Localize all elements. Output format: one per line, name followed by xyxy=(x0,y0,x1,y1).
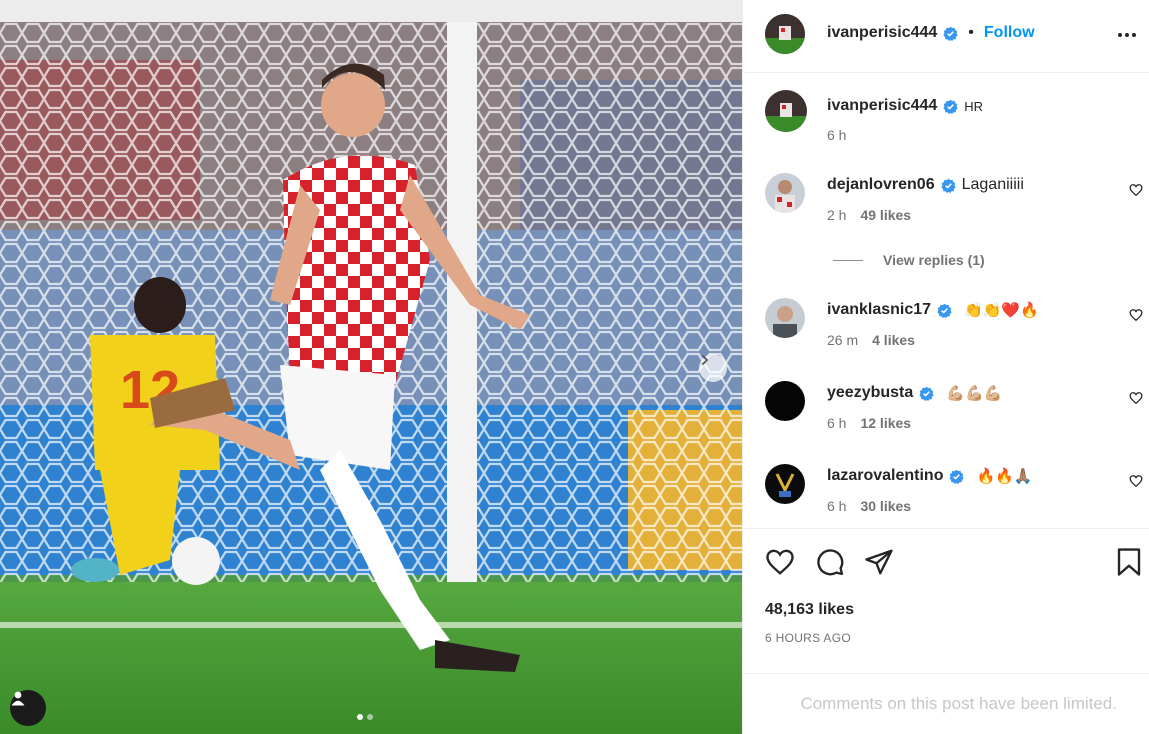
post-side-panel: ivanperisic444 • Follow ivanperisic444 H… xyxy=(742,0,1149,734)
heart-icon xyxy=(766,549,794,575)
post-timestamp[interactable]: 6 HOURS AGO xyxy=(765,631,851,645)
separator-dot: • xyxy=(968,24,974,41)
chevron-right-icon xyxy=(702,355,708,365)
more-horizontal-icon xyxy=(1118,33,1136,37)
post-media[interactable]: 12 xyxy=(0,0,742,734)
comment-time: 6 h xyxy=(827,415,847,431)
verified-badge-icon xyxy=(943,99,958,114)
comment-time: 2 h xyxy=(827,207,847,223)
avatar-image xyxy=(765,90,807,132)
like-comment-button[interactable] xyxy=(1129,474,1143,493)
verified-badge-icon xyxy=(937,303,952,318)
more-options-button[interactable] xyxy=(1116,24,1138,51)
commenter-avatar[interactable] xyxy=(765,173,805,213)
comment-emoji: 💪🏼💪🏼💪🏼 xyxy=(946,385,1003,402)
carousel-indicator xyxy=(357,714,373,720)
comment-text: Laganiiiii xyxy=(961,176,1024,193)
heart-icon xyxy=(1129,309,1143,322)
comment-likes[interactable]: 4 likes xyxy=(872,332,915,348)
comment-username[interactable]: dejanlovren06 xyxy=(827,176,935,194)
author-avatar[interactable] xyxy=(765,90,807,132)
verified-badge-icon xyxy=(919,386,934,401)
save-button[interactable] xyxy=(1115,547,1143,582)
user-icon xyxy=(11,691,25,706)
tagged-users-button[interactable] xyxy=(10,690,46,726)
comments-limited-notice: Comments on this post have been limited. xyxy=(743,673,1149,734)
like-comment-button[interactable] xyxy=(1129,308,1143,327)
likes-count[interactable]: 48,163 likes xyxy=(765,601,854,619)
post-photo: 12 xyxy=(0,0,742,734)
comment-emoji: 👏👏❤️🔥 xyxy=(964,302,1039,319)
comment-likes[interactable]: 30 likes xyxy=(860,498,911,514)
comment-likes[interactable]: 12 likes xyxy=(860,415,911,431)
caption-time: 6 h xyxy=(827,127,847,143)
commenter-avatar[interactable] xyxy=(765,464,805,504)
comment-item: dejanlovren06 Laganiiiii 2 h 49 likes xyxy=(743,171,1149,231)
heart-icon xyxy=(1129,392,1143,405)
comment-item: yeezybusta 💪🏼💪🏼💪🏼 6 h 12 likes xyxy=(743,379,1149,439)
comment-time: 6 h xyxy=(827,498,847,514)
share-button[interactable] xyxy=(864,547,894,582)
comment-bubble-icon xyxy=(817,549,844,576)
comment-button[interactable] xyxy=(815,547,845,582)
next-slide-button[interactable] xyxy=(699,354,727,382)
view-replies-label: View replies (1) xyxy=(883,252,985,268)
avatar-image xyxy=(765,464,805,504)
avatar-image xyxy=(765,14,805,54)
comment-time: 26 m xyxy=(827,332,859,348)
comment-emoji: 🔥🔥🙏🏽 xyxy=(976,468,1033,485)
avatar-image xyxy=(765,173,805,213)
caption: ivanperisic444 HR 6 h xyxy=(743,90,1149,150)
follow-button[interactable]: Follow xyxy=(984,24,1035,42)
comment-likes[interactable]: 49 likes xyxy=(860,207,911,223)
author-username[interactable]: ivanperisic444 xyxy=(827,24,937,42)
comments-list: ivanperisic444 HR 6 h dejanlovren06 Laga… xyxy=(743,73,1149,528)
commenter-avatar[interactable] xyxy=(765,298,805,338)
post-header: ivanperisic444 • Follow xyxy=(743,0,1149,73)
post-actions: 48,163 likes 6 HOURS AGO xyxy=(743,528,1149,673)
comment-username[interactable]: yeezybusta xyxy=(827,384,913,402)
verified-badge-icon xyxy=(943,26,958,41)
commenter-avatar[interactable] xyxy=(765,381,805,421)
paper-plane-icon xyxy=(865,549,893,575)
comment-username[interactable]: lazarovalentino xyxy=(827,467,943,485)
verified-badge-icon xyxy=(949,469,965,484)
comment-username[interactable]: ivanklasnic17 xyxy=(827,301,931,319)
author-avatar[interactable] xyxy=(765,14,805,54)
replies-divider xyxy=(833,259,863,261)
comment-item: ivanklasnic17 👏👏❤️🔥 26 m 4 likes xyxy=(743,296,1149,356)
heart-icon xyxy=(1129,184,1143,197)
like-button[interactable] xyxy=(765,547,795,582)
avatar-image xyxy=(765,298,805,338)
caption-username[interactable]: ivanperisic444 xyxy=(827,97,937,115)
like-comment-button[interactable] xyxy=(1129,183,1143,202)
comment-item: lazarovalentino 🔥🔥🙏🏽 6 h 30 likes xyxy=(743,462,1149,522)
carousel-dot-active xyxy=(357,714,363,720)
carousel-dot xyxy=(367,714,373,720)
view-replies-button[interactable]: View replies (1) xyxy=(833,252,985,268)
bookmark-icon xyxy=(1117,548,1141,576)
verified-badge-icon xyxy=(940,178,956,193)
heart-icon xyxy=(1129,475,1143,488)
caption-text: HR xyxy=(964,98,984,114)
like-comment-button[interactable] xyxy=(1129,391,1143,410)
comments-limited-text: Comments on this post have been limited. xyxy=(800,694,1117,713)
